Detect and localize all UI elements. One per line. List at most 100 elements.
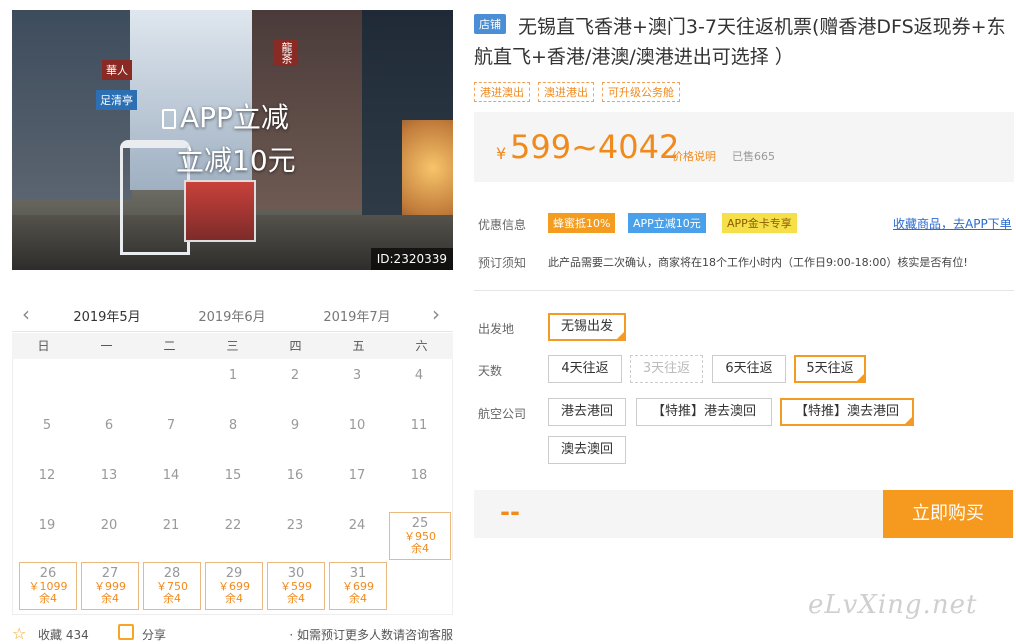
tab-month-july[interactable]: 2019年7月 [312, 306, 402, 325]
day-number: 29 [225, 566, 243, 581]
phone-icon [162, 109, 176, 129]
weekday-label: 日 [37, 339, 50, 353]
promo-badge: APP立减10元 [628, 213, 706, 233]
day-number: 30 [287, 566, 305, 581]
photo-sign: 足清亭 [96, 90, 137, 110]
buy-now-button[interactable]: 立即购买 [883, 490, 1013, 538]
product-tag: 澳进港出 [538, 82, 594, 102]
calendar-day: 9 [290, 418, 300, 433]
option-departure-wuxi[interactable]: 无锡出发 [548, 313, 626, 341]
calendar-day: 14 [162, 468, 180, 483]
day-remain: 余4 [101, 592, 119, 605]
calendar-day: 16 [286, 468, 304, 483]
day-remain: 余4 [225, 592, 243, 605]
total-price: -- [500, 498, 520, 526]
calendar-day: 24 [348, 518, 366, 533]
option-airline-macau-macau[interactable]: 澳去澳回 [548, 436, 626, 464]
calendar-day-available[interactable]: 29 ￥699 余4 [205, 562, 263, 610]
calendar-day: 23 [286, 518, 304, 533]
overlay-line2: 立减10元 [176, 143, 296, 177]
image-id-label: ID:2320339 [370, 248, 453, 270]
calendar-day-available[interactable]: 30 ￥599 余4 [267, 562, 325, 610]
calendar-day-available[interactable]: 26 ￥1099 余4 [19, 562, 77, 610]
photo-sign: 龍茶 [274, 40, 298, 66]
calendar-day-available[interactable]: 28 ￥750 余4 [143, 562, 201, 610]
departure-label: 出发地 [478, 322, 515, 336]
promo-badge: APP金卡专享 [722, 213, 797, 233]
calendar-day: 11 [410, 418, 428, 433]
calendar-day: 1 [228, 368, 238, 383]
promo-badge: 蜂蜜抵10% [548, 213, 616, 233]
weekday-label: 一 [100, 339, 113, 353]
option-airline-hk-hk[interactable]: 港去港回 [548, 398, 626, 426]
weekday-label: 三 [226, 339, 239, 353]
calendar-day: 15 [224, 468, 242, 483]
option-days-5[interactable]: 5天往返 [794, 355, 866, 383]
price-currency: ¥ [496, 144, 507, 163]
day-remain: 余4 [411, 542, 429, 555]
calendar-day: 10 [348, 418, 366, 433]
day-number: 28 [163, 566, 181, 581]
calendar-month-nav: ‹ 2019年5月 2019年6月 2019年7月 › [12, 296, 453, 335]
day-number: 31 [349, 566, 367, 581]
promo-label: 优惠信息 [478, 218, 527, 232]
calendar-grid: 1 2 3 4 5 6 7 8 9 10 11 12 13 14 15 16 1… [12, 359, 453, 615]
favorite-button[interactable]: 收藏 434 [38, 626, 89, 643]
calendar-day: 4 [414, 368, 424, 383]
calendar-day: 19 [38, 518, 56, 533]
calendar-weekday-row: 日 一 二 三 四 五 六 [12, 333, 453, 359]
product-photo: 足清亭 華人 龍茶 APP立减 立减10元 ID:2320339 [12, 10, 453, 270]
airline-label: 航空公司 [478, 407, 527, 421]
option-days-3: 3天往返 [630, 355, 703, 383]
calendar-day: 6 [104, 418, 114, 433]
watermark: eLvXing.net [808, 590, 978, 620]
product-footer-bar: ☆ 收藏 434 分享 · 如需预订更多人数请咨询客服 [12, 624, 453, 644]
price-panel: ¥ 599~4042 价格说明 已售665 [474, 112, 1014, 182]
tab-month-may[interactable]: 2019年5月 [62, 306, 152, 335]
calendar-day: 7 [166, 418, 176, 433]
calendar-day: 17 [348, 468, 366, 483]
app-discount-overlay: APP立减 立减10元 [162, 101, 296, 177]
group-booking-tip: · 如需预订更多人数请咨询客服 [289, 628, 453, 642]
tab-month-june[interactable]: 2019年6月 [187, 306, 277, 325]
product-tag: 可升级公务舱 [602, 82, 680, 102]
calendar-day: 18 [410, 468, 428, 483]
calendar-day-available[interactable]: 31 ￥699 余4 [329, 562, 387, 610]
calendar-day: 2 [290, 368, 300, 383]
photo-sign: 華人 [102, 60, 132, 80]
option-airline-macau-hk[interactable]: 【特推】澳去港回 [780, 398, 914, 426]
product-tag: 港进澳出 [474, 82, 530, 102]
chevron-right-icon[interactable]: › [432, 302, 440, 326]
weekday-label: 二 [163, 339, 176, 353]
divider [474, 290, 1014, 291]
sold-count: 已售665 [732, 150, 775, 163]
day-number: 26 [39, 566, 57, 581]
product-tags: 港进澳出 澳进港出 可升级公务舱 [474, 82, 680, 102]
chevron-left-icon[interactable]: ‹ [22, 302, 30, 326]
days-label: 天数 [478, 364, 503, 378]
calendar-day-available[interactable]: 27 ￥999 余4 [81, 562, 139, 610]
day-remain: 余4 [349, 592, 367, 605]
calendar-day: 21 [162, 518, 180, 533]
price-note-link[interactable]: 价格说明 [672, 148, 716, 164]
option-airline-hk-macau[interactable]: 【特推】港去澳回 [636, 398, 772, 426]
day-remain: 余4 [39, 592, 57, 605]
day-number: 27 [101, 566, 119, 581]
day-number: 25 [411, 516, 429, 531]
calendar-day: 22 [224, 518, 242, 533]
booking-notice: 此产品需要二次确认，商家将在18个工作小时内（工作日9:00-18:00）核实是… [548, 256, 968, 269]
option-days-4[interactable]: 4天往返 [548, 355, 622, 383]
calendar-day: 5 [42, 418, 52, 433]
overlay-line1: APP立减 [180, 101, 289, 134]
share-icon[interactable] [118, 624, 134, 640]
photo-tram [184, 180, 256, 242]
option-days-6[interactable]: 6天往返 [712, 355, 786, 383]
weekday-label: 四 [289, 339, 302, 353]
notice-label: 预订须知 [478, 256, 527, 270]
product-title: 无锡直飞香港+澳门3-7天往返机票(赠香港DFS返现券+东航直飞+香港/港澳/澳… [474, 16, 1006, 68]
weekday-label: 六 [415, 339, 428, 353]
star-icon[interactable]: ☆ [12, 624, 26, 643]
share-button[interactable]: 分享 [142, 626, 166, 643]
calendar-day-available[interactable]: 25 ￥950 余4 [389, 512, 451, 560]
favorite-app-link[interactable]: 收藏商品，去APP下单 [893, 215, 1012, 232]
